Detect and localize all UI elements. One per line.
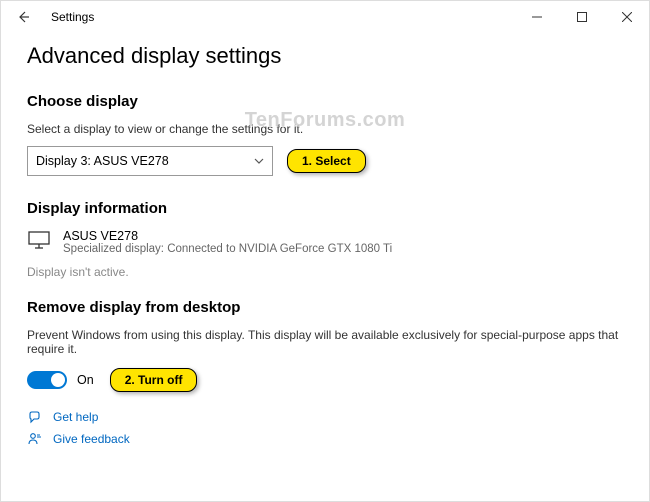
remove-display-heading: Remove display from desktop [27, 299, 623, 316]
display-information-heading: Display information [27, 200, 623, 217]
give-feedback-text: Give feedback [53, 432, 130, 446]
remove-display-section: Remove display from desktop Prevent Wind… [27, 299, 623, 392]
toggle-label: On [77, 373, 94, 387]
get-help-text: Get help [53, 410, 98, 424]
remove-display-description: Prevent Windows from using this display.… [27, 328, 623, 356]
callout-select: 1. Select [287, 149, 366, 173]
monitor-icon [27, 229, 51, 255]
display-dropdown[interactable]: Display 3: ASUS VE278 [27, 146, 273, 176]
content-area: Advanced display settings Choose display… [1, 33, 649, 446]
maximize-button[interactable] [559, 2, 604, 32]
page-title: Advanced display settings [27, 43, 623, 69]
remove-display-toggle[interactable] [27, 371, 67, 389]
give-feedback-link[interactable]: Give feedback [27, 432, 623, 446]
display-name: ASUS VE278 [63, 229, 392, 243]
footer-links: Get help Give feedback [27, 410, 623, 446]
feedback-icon [27, 432, 43, 446]
title-bar: Settings [1, 1, 649, 33]
toggle-knob [51, 373, 65, 387]
display-inactive-text: Display isn't active. [27, 265, 623, 279]
get-help-link[interactable]: Get help [27, 410, 623, 424]
callout-turnoff: 2. Turn off [110, 368, 198, 392]
help-icon [27, 410, 43, 424]
minimize-button[interactable] [514, 2, 559, 32]
window-title: Settings [51, 10, 94, 24]
choose-display-heading: Choose display [27, 93, 623, 110]
choose-display-section: Choose display Select a display to view … [27, 93, 623, 176]
chevron-down-icon [254, 156, 264, 167]
display-dropdown-value: Display 3: ASUS VE278 [36, 154, 169, 168]
back-button[interactable] [9, 3, 37, 31]
display-description: Specialized display: Connected to NVIDIA… [63, 243, 392, 255]
close-button[interactable] [604, 2, 649, 32]
choose-display-helper: Select a display to view or change the s… [27, 122, 623, 136]
window-controls [514, 2, 649, 32]
display-information-section: Display information ASUS VE278 Specializ… [27, 200, 623, 279]
